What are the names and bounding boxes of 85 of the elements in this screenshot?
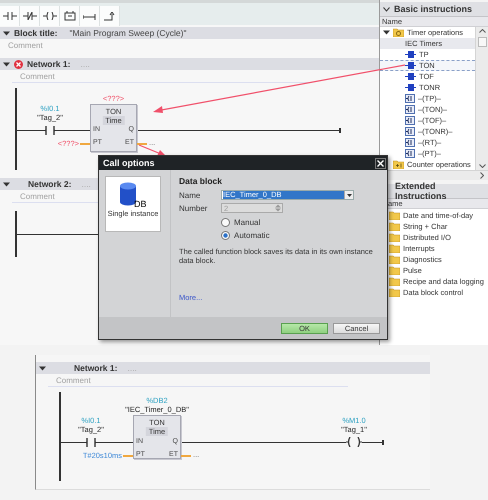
folder-icon — [389, 255, 400, 264]
radio-label: Automatic — [234, 230, 270, 240]
coil-instruction-icon — [405, 105, 415, 114]
contact-icon — [2, 12, 16, 20]
dialog-title: Call options — [103, 158, 154, 168]
network-comment: Comment — [20, 192, 55, 200]
scrollbar-thumb[interactable] — [478, 37, 486, 47]
folder-icon — [389, 222, 400, 231]
folder-icon — [389, 233, 400, 242]
folder-icon — [389, 277, 400, 286]
rung-line — [55, 130, 90, 131]
network-header[interactable]: Network 1: .... — [36, 362, 430, 374]
tool-button[interactable] — [100, 6, 120, 26]
function-block-icon — [405, 84, 416, 91]
coil-icon — [42, 12, 56, 20]
tool-button[interactable] — [80, 6, 100, 26]
folder-icon — [393, 160, 404, 169]
block-title-label: Block title: — [14, 28, 58, 38]
panel-title: Basic instructions — [394, 4, 472, 14]
coil-icon[interactable] — [346, 437, 362, 447]
network-title-placeholder: .... — [81, 179, 91, 189]
rung-line — [96, 442, 133, 443]
coil-instruction-icon — [405, 138, 415, 147]
close-icon[interactable] — [375, 158, 386, 168]
panel-title: Extended Instructions — [395, 181, 448, 201]
coil-instruction-icon — [405, 149, 415, 158]
network-title-placeholder: .... — [127, 363, 137, 373]
network-title: Network 2: — [28, 179, 72, 189]
function-block-icon — [405, 51, 416, 58]
panel-header[interactable]: Basic instructions — [380, 2, 488, 17]
expand-arrow-icon[interactable] — [39, 364, 46, 372]
scroll-up-icon[interactable] — [478, 29, 486, 33]
network-title-placeholder: .... — [80, 59, 90, 69]
function-block-icon — [405, 73, 416, 80]
tool-button[interactable] — [40, 6, 60, 26]
expand-arrow-icon[interactable] — [3, 180, 10, 188]
contact-icon[interactable] — [86, 438, 96, 447]
pin-line — [80, 143, 90, 144]
expand-arrow-icon[interactable] — [383, 29, 390, 36]
block-comment: Comment — [8, 40, 43, 50]
block-title: "Main Program Sweep (Cycle)" — [69, 28, 186, 38]
closed-contact-icon — [22, 12, 36, 20]
pin-line — [123, 455, 133, 456]
error-icon — [14, 60, 23, 68]
network-title: Network 1: — [27, 59, 70, 69]
tool-button[interactable] — [60, 6, 80, 26]
section-title: Data block — [179, 176, 223, 186]
empty-box-icon — [64, 11, 76, 21]
radio-button[interactable] — [221, 230, 230, 240]
pin-line — [181, 455, 191, 456]
folder-icon — [389, 211, 400, 220]
contact-icon[interactable] — [45, 126, 55, 135]
network-comment: Comment — [20, 72, 55, 80]
function-block-icon — [405, 62, 416, 69]
field-label: Number — [179, 204, 208, 212]
chevron-icon — [383, 6, 390, 12]
expand-arrow-icon[interactable] — [3, 60, 10, 68]
network-header[interactable]: Network 1: .... — [0, 58, 379, 70]
coil-instruction-icon — [405, 94, 415, 103]
rung-line — [59, 442, 86, 443]
branch-icon — [83, 12, 96, 20]
radio-label: Manual — [234, 218, 260, 226]
network-title: Network 1: — [74, 363, 118, 373]
end-tick-icon — [382, 440, 384, 445]
folder-icon — [389, 244, 400, 253]
expand-arrow-icon[interactable] — [3, 30, 10, 36]
end-tick-icon — [339, 128, 341, 133]
folder-icon — [389, 266, 400, 275]
coil-instruction-icon — [405, 127, 415, 136]
radio-button[interactable] — [221, 218, 230, 226]
folder-icon — [393, 28, 404, 37]
branch-close-icon — [104, 12, 116, 20]
scroll-down-icon[interactable] — [478, 164, 486, 168]
scroll-right-icon[interactable] — [480, 172, 484, 179]
field-label: Name — [179, 190, 202, 200]
rung-line — [362, 442, 383, 443]
scrollbar[interactable] — [475, 27, 488, 170]
folder-icon — [389, 288, 400, 297]
dropdown-caret-icon[interactable] — [344, 191, 353, 199]
tool-button[interactable] — [20, 6, 40, 26]
coil-instruction-icon — [405, 116, 415, 125]
pin-line — [137, 143, 147, 144]
network-comment: Comment — [56, 376, 91, 384]
rung-line — [15, 130, 45, 131]
tool-button[interactable] — [0, 6, 20, 26]
